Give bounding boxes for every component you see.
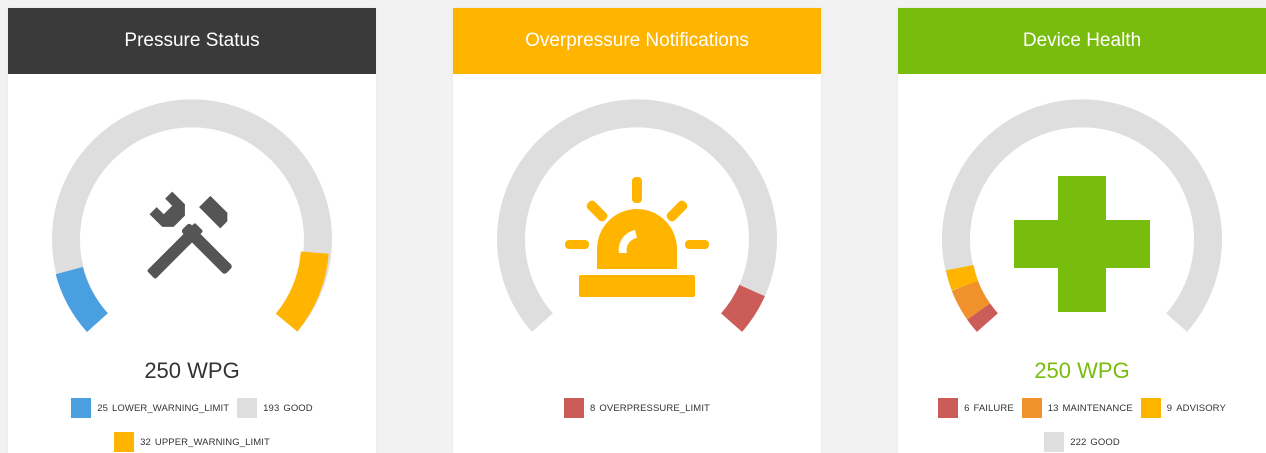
legend-count: 6 xyxy=(964,402,970,414)
legend-count: 222 xyxy=(1070,436,1087,448)
legend-row: 8 OVERPRESSURE_LIMIT xyxy=(453,398,821,418)
legend-item-good[interactable]: 222 GOOD xyxy=(1044,432,1120,452)
card-title: Device Health xyxy=(1022,30,1142,51)
legend-item-maintenance[interactable]: 13 MAINTENANCE xyxy=(1021,398,1133,418)
overpressure-gauge xyxy=(497,99,777,332)
legend-swatch xyxy=(71,398,92,418)
legend-count: 8 xyxy=(590,402,596,414)
legend-swatch xyxy=(237,398,258,418)
legend-count: 32 xyxy=(140,436,151,448)
gauge-segment-upper-warning xyxy=(275,251,329,332)
card-header: Overpressure Notifications xyxy=(453,8,821,74)
legend-label: ADVISORY xyxy=(1176,402,1226,414)
gauge-segment-overpressure xyxy=(720,284,765,332)
legend-row: 32 UPPER_WARNING_LIMIT xyxy=(8,432,376,452)
legend-row: 6 FAILURE 13 MAINTENANCE 9 ADVISORY xyxy=(898,398,1266,418)
wrench-hammer-icon xyxy=(147,191,232,279)
legend-item-lower-warning[interactable]: 25 LOWER_WARNING_LIMIT xyxy=(71,398,229,418)
gauge-track xyxy=(52,99,332,332)
legend-label: FAILURE xyxy=(973,402,1014,414)
legend-item-failure[interactable]: 6 FAILURE xyxy=(938,398,1014,418)
legend-swatch xyxy=(1021,398,1042,418)
legend-label: UPPER_WARNING_LIMIT xyxy=(154,436,270,448)
legend-item-advisory[interactable]: 9 ADVISORY xyxy=(1140,398,1226,418)
legend-count: 13 xyxy=(1047,402,1059,414)
health-cross-icon xyxy=(1014,176,1150,312)
legend-label: GOOD xyxy=(283,402,313,414)
card-title: Overpressure Notifications xyxy=(525,30,749,51)
pressure-gauge xyxy=(52,99,332,332)
card-header: Pressure Status xyxy=(8,8,376,74)
legend-label: OVERPRESSURE_LIMIT xyxy=(599,402,710,414)
legend-swatch xyxy=(938,398,959,418)
device-health-value: 250 WPG xyxy=(1034,358,1130,383)
device-health-card: Device Health 250 WPG 6 FAILURE 13 MAINTEN… xyxy=(898,8,1266,453)
legend-swatch xyxy=(1140,398,1161,418)
legend-row: 25 LOWER_WARNING_LIMIT 193 GOOD xyxy=(8,398,376,418)
gauge-segment-advisory xyxy=(946,264,979,291)
legend-swatch xyxy=(114,432,135,452)
legend-swatch xyxy=(1044,432,1065,452)
overpressure-card: Overpressure Notifications 8 OVERPRESSURE… xyxy=(453,8,821,453)
legend-row: 222 GOOD xyxy=(898,432,1266,452)
legend-item-upper-warning[interactable]: 32 UPPER_WARNING_LIMIT xyxy=(114,432,270,452)
legend-item-good[interactable]: 193 GOOD xyxy=(237,398,313,418)
card-header: Device Health xyxy=(898,8,1266,74)
pressure-value: 250 WPG xyxy=(144,358,240,383)
device-health-gauge xyxy=(942,99,1222,332)
legend-label: MAINTENANCE xyxy=(1062,402,1133,414)
card-title: Pressure Status xyxy=(124,30,260,51)
legend-count: 9 xyxy=(1166,402,1173,414)
legend-item-overpressure[interactable]: 8 OVERPRESSURE_LIMIT xyxy=(564,398,710,418)
pressure-status-card: Pressure Status 250 WPG 25 LOWER_WARNING_… xyxy=(8,8,376,453)
gauge-segment-maintenance xyxy=(951,280,991,320)
alarm-siren-icon xyxy=(565,177,709,297)
legend-count: 25 xyxy=(97,402,109,414)
legend-label: GOOD xyxy=(1090,436,1120,448)
gauge-segment-lower-warning xyxy=(55,266,109,332)
legend-label: LOWER_WARNING_LIMIT xyxy=(112,402,230,414)
legend-count: 193 xyxy=(263,402,280,414)
legend-swatch xyxy=(564,398,585,418)
gauge-segment-failure xyxy=(967,303,998,332)
